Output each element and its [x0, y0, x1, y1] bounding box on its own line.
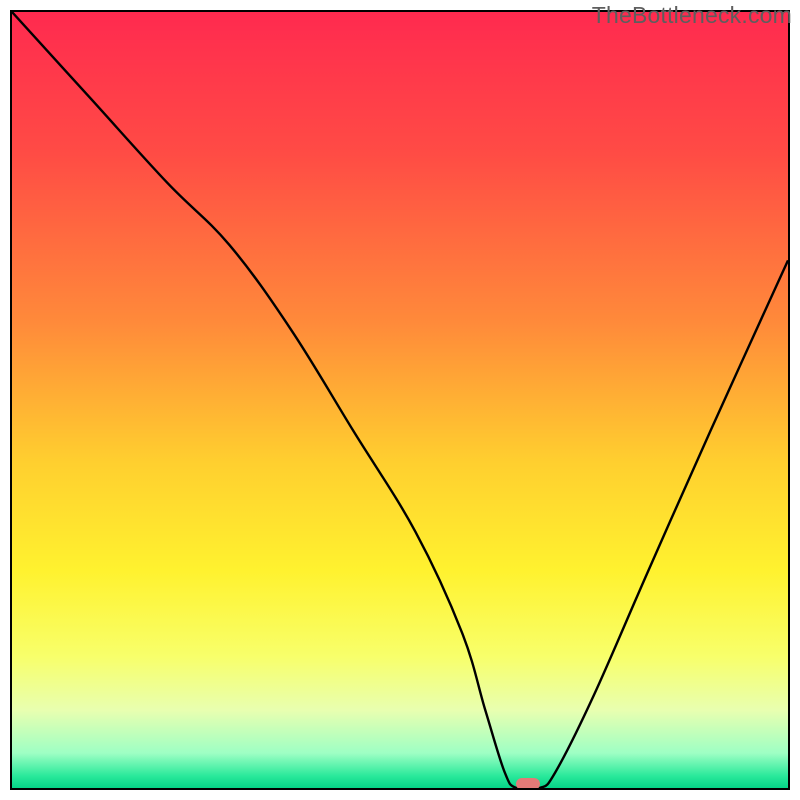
gradient-background: [12, 12, 788, 788]
plot-svg: [12, 12, 788, 788]
optimal-marker: [516, 778, 540, 790]
watermark-text: TheBottleneck.com: [592, 2, 792, 29]
plot-frame: [10, 10, 790, 790]
bottleneck-chart: TheBottleneck.com: [0, 0, 800, 800]
